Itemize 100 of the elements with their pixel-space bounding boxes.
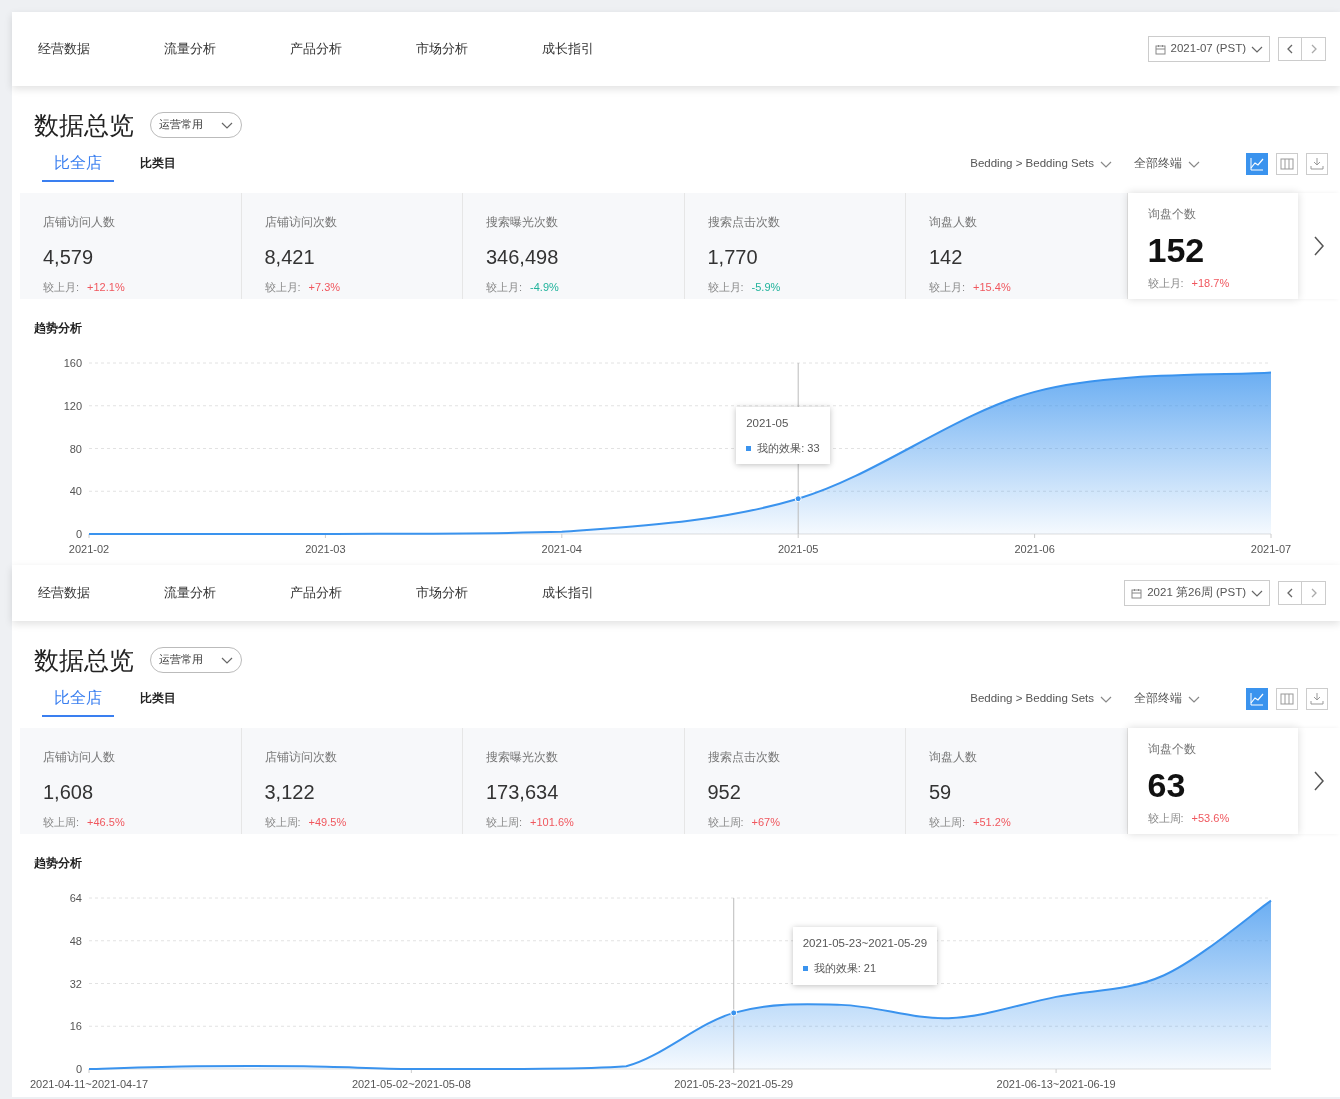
view-button[interactable]: [1306, 153, 1328, 175]
metric-label: 店铺访问人数: [43, 214, 116, 231]
metric-card[interactable]: 询盘人数 59 较上周: +51.2%: [906, 728, 1128, 834]
compare-tab[interactable]: 比全店: [42, 681, 114, 717]
compare-label: 较上周:: [264, 815, 301, 830]
columns-icon: [1280, 157, 1294, 171]
chevron-down-icon: [1251, 44, 1263, 54]
compare-label: 较上月:: [1147, 276, 1184, 291]
next-button[interactable]: [1302, 581, 1326, 605]
previous-button[interactable]: [1278, 581, 1302, 605]
metric-label: 询盘个数: [1147, 206, 1197, 223]
nav-tab[interactable]: 成长指引: [542, 39, 668, 59]
compare-label: 较上月:: [929, 280, 966, 295]
nav-tab[interactable]: 经营数据: [38, 39, 164, 59]
metric-value: 59: [929, 780, 953, 804]
metric-label: 店铺访问次数: [264, 214, 338, 231]
metric-card[interactable]: 店铺访问次数 8,421 较上月: +7.3%: [241, 193, 463, 299]
preset-dropdown[interactable]: 运营常用: [150, 112, 242, 138]
axis-label: 2021-04-11~2021-04-17: [29, 1078, 149, 1090]
view-button[interactable]: [1306, 688, 1328, 710]
axis-label: 2021-05-23~2021-05-29: [674, 1078, 794, 1090]
metric-card[interactable]: 店铺访问人数 4,579 较上月: +12.1%: [20, 193, 242, 299]
axis-label: 2021-05-02~2021-05-08: [351, 1078, 471, 1090]
change-value: +67%: [751, 815, 780, 830]
metric-label: 店铺访问人数: [43, 749, 116, 766]
metric-value: 152: [1147, 231, 1206, 269]
axis-label: 2021-03: [305, 543, 346, 555]
date-picker[interactable]: 2021 第26周 (PST): [1124, 580, 1270, 606]
compare-label: 较上月:: [43, 280, 80, 295]
nav-tab[interactable]: 流量分析: [164, 39, 290, 59]
metric-card[interactable]: 店铺访问人数 1,608 较上周: +46.5%: [20, 728, 242, 834]
metric-value: 173,634: [486, 780, 560, 804]
metric-label: 询盘人数: [929, 749, 978, 766]
date-picker[interactable]: 2021-07 (PST): [1147, 36, 1270, 62]
view-button[interactable]: [1246, 688, 1268, 710]
metric-label: 搜索曝光次数: [486, 214, 559, 231]
metric-card[interactable]: 询盘个数 152 较上月: +18.7%: [1127, 193, 1299, 299]
next-metrics-button[interactable]: [1298, 728, 1340, 834]
nav-tab[interactable]: 成长指引: [542, 583, 668, 603]
section-title: 趋势分析: [33, 320, 83, 337]
view-button[interactable]: [1276, 688, 1298, 710]
change-value: +101.6%: [530, 815, 574, 830]
axis-label: 0: [75, 1063, 82, 1075]
metric-value: 952: [707, 780, 742, 804]
section-title: 趋势分析: [33, 855, 83, 872]
metric-label: 询盘个数: [1147, 741, 1197, 758]
nav-tab[interactable]: 经营数据: [38, 583, 164, 603]
device-dropdown[interactable]: 全部终端: [1134, 690, 1200, 708]
compare-label: 较上周:: [1147, 811, 1184, 826]
tooltip-title: 2021-05: [746, 415, 790, 431]
data-point: [730, 1009, 738, 1017]
metric-card[interactable]: 店铺访问次数 3,122 较上周: +49.5%: [241, 728, 463, 834]
compare-tab[interactable]: 比类目: [130, 681, 186, 717]
metric-card[interactable]: 搜索点击次数 952 较上周: +67%: [684, 728, 906, 834]
columns-icon: [1280, 692, 1294, 706]
metric-label: 搜索点击次数: [707, 749, 781, 766]
axis-label: 48: [69, 934, 82, 947]
nav-tab[interactable]: 产品分析: [290, 583, 416, 603]
nav-tab[interactable]: 流量分析: [164, 583, 290, 603]
axis-label: 160: [63, 357, 82, 369]
compare-tab[interactable]: 比类目: [130, 146, 186, 182]
metric-card[interactable]: 搜索曝光次数 346,498 较上月: -4.9%: [463, 193, 685, 299]
metric-card[interactable]: 询盘人数 142 较上月: +15.4%: [906, 193, 1128, 299]
metric-card[interactable]: 搜索曝光次数 173,634 较上周: +101.6%: [463, 728, 685, 834]
next-metrics-button[interactable]: [1298, 193, 1340, 299]
chevron-left-icon: [1286, 588, 1294, 598]
change-value: +15.4%: [973, 280, 1011, 295]
view-button[interactable]: [1276, 153, 1298, 175]
axis-label: 2021-02: [68, 543, 110, 555]
page-title: 数据总览: [34, 110, 134, 141]
compare-label: 较上周:: [486, 815, 523, 830]
compare-label: 较上周:: [929, 815, 966, 830]
compare-label: 较上周:: [707, 815, 744, 830]
nav-tab[interactable]: 产品分析: [290, 39, 416, 59]
page-title: 数据总览: [34, 645, 134, 676]
download-icon: [1310, 692, 1324, 706]
line-chart-icon: [1250, 157, 1264, 171]
axis-label: 40: [69, 485, 82, 498]
axis-label: 32: [69, 977, 82, 990]
metric-card[interactable]: 询盘个数 63 较上周: +53.6%: [1127, 728, 1299, 834]
view-button[interactable]: [1246, 153, 1268, 175]
change-value: +7.3%: [308, 280, 341, 295]
change-value: +18.7%: [1191, 276, 1230, 291]
metric-card[interactable]: 搜索点击次数 1,770 较上月: -5.9%: [684, 193, 906, 299]
axis-label: 16: [69, 1020, 82, 1033]
category-dropdown[interactable]: Bedding > Bedding Sets: [970, 690, 1112, 708]
axis-label: 2021-06: [1014, 543, 1055, 555]
chevron-right-icon: [1313, 236, 1326, 256]
category-dropdown[interactable]: Bedding > Bedding Sets: [970, 155, 1112, 173]
metric-value: 4,579: [43, 245, 95, 269]
download-icon: [1310, 157, 1324, 171]
nav-tab[interactable]: 市场分析: [416, 39, 542, 59]
next-button[interactable]: [1302, 37, 1326, 61]
compare-label: 较上月:: [486, 280, 523, 295]
preset-dropdown[interactable]: 运营常用: [150, 647, 242, 673]
nav-tab[interactable]: 市场分析: [416, 583, 542, 603]
compare-tab[interactable]: 比全店: [42, 146, 114, 182]
previous-button[interactable]: [1278, 37, 1302, 61]
device-dropdown[interactable]: 全部终端: [1134, 155, 1200, 173]
change-value: +53.6%: [1191, 811, 1230, 826]
